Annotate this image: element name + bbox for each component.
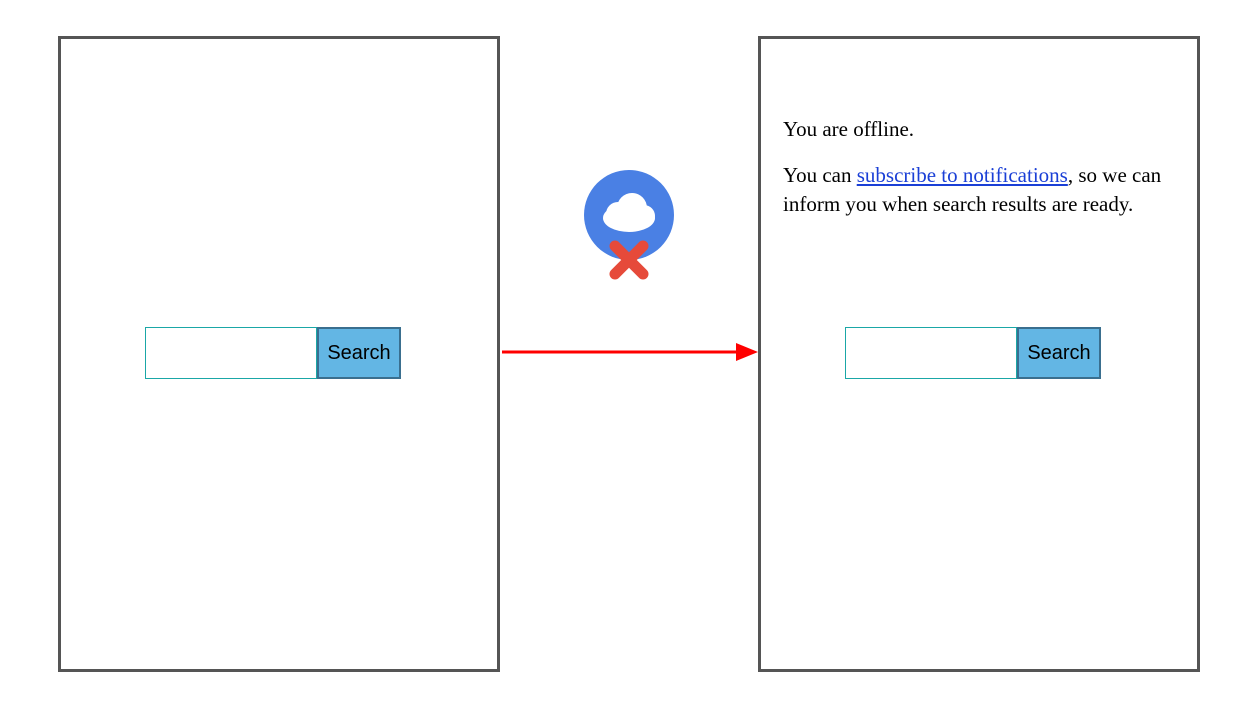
cloud-offline-icon xyxy=(582,170,676,280)
right-panel: You are offline. You can subscribe to no… xyxy=(758,36,1200,672)
search-input[interactable] xyxy=(145,327,317,379)
search-group-left: Search xyxy=(145,327,401,379)
hint-prefix: You can xyxy=(783,163,857,187)
arrow-right-icon xyxy=(502,340,758,364)
search-group-right: Search xyxy=(845,327,1101,379)
offline-hint: You can subscribe to notifications, so w… xyxy=(783,161,1175,218)
offline-message: You are offline. You can subscribe to no… xyxy=(783,115,1175,236)
subscribe-link[interactable]: subscribe to notifications xyxy=(857,163,1068,187)
search-button[interactable]: Search xyxy=(317,327,401,379)
search-button[interactable]: Search xyxy=(1017,327,1101,379)
left-panel: Search xyxy=(58,36,500,672)
offline-line: You are offline. xyxy=(783,115,1175,143)
search-input[interactable] xyxy=(845,327,1017,379)
